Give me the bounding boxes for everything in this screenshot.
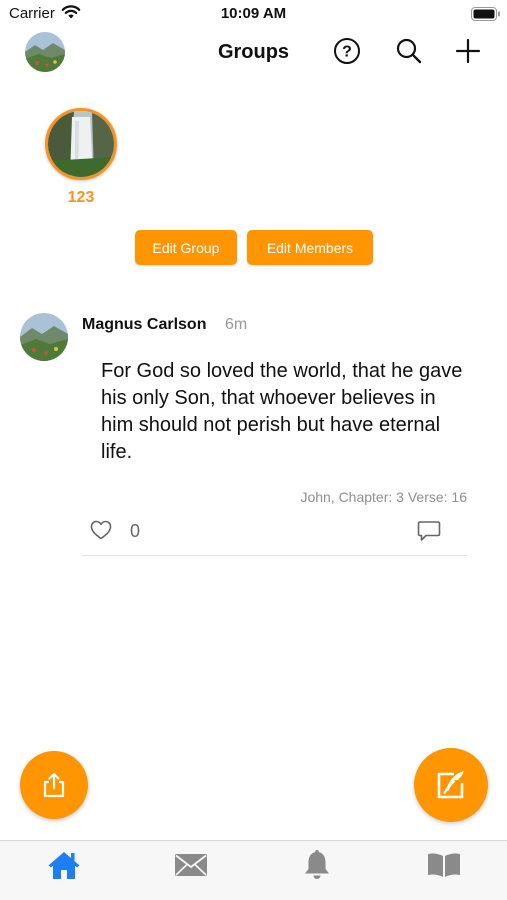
compose-button[interactable] <box>414 748 488 822</box>
help-icon: ? <box>334 38 360 64</box>
add-button[interactable] <box>453 36 483 66</box>
navigation-bar: Groups ? <box>0 28 507 80</box>
post-divider <box>82 555 468 556</box>
clock: 10:09 AM <box>220 5 287 22</box>
search-button[interactable] <box>394 36 424 66</box>
group-name: 123 <box>67 189 95 206</box>
compose-icon <box>437 771 464 799</box>
share-button[interactable] <box>20 751 88 819</box>
tab-notifications[interactable] <box>297 847 337 883</box>
page-title: Groups <box>217 41 290 63</box>
group-avatar[interactable] <box>45 108 117 180</box>
tab-messages[interactable] <box>171 847 211 883</box>
status-bar: Carrier 10:09 AM <box>0 0 507 28</box>
author-avatar[interactable] <box>20 313 68 361</box>
bell-icon <box>305 850 329 879</box>
tab-home[interactable] <box>44 847 84 883</box>
plus-icon <box>455 38 481 64</box>
share-icon <box>43 772 65 798</box>
edit-group-button[interactable]: Edit Group <box>135 230 237 265</box>
help-button[interactable]: ? <box>332 36 362 66</box>
mail-icon <box>175 854 207 876</box>
profile-avatar[interactable] <box>25 32 65 72</box>
heart-icon[interactable] <box>90 520 112 540</box>
search-icon <box>396 38 422 64</box>
home-icon <box>48 852 80 879</box>
comment-icon[interactable] <box>417 520 441 542</box>
edit-members-button[interactable]: Edit Members <box>247 230 373 265</box>
tab-bible[interactable] <box>424 847 464 883</box>
battery-icon <box>471 7 500 21</box>
tab-bar <box>0 840 507 900</box>
post-author[interactable]: Magnus Carlson <box>82 316 206 334</box>
svg-text:?: ? <box>342 44 352 61</box>
post-timestamp: 6m <box>225 316 248 333</box>
post-body: For God so loved the world, that he gave… <box>101 360 463 463</box>
book-icon <box>428 853 460 877</box>
verse-reference: John, Chapter: 3 Verse: 16 <box>300 489 467 505</box>
like-count: 0 <box>130 521 141 541</box>
